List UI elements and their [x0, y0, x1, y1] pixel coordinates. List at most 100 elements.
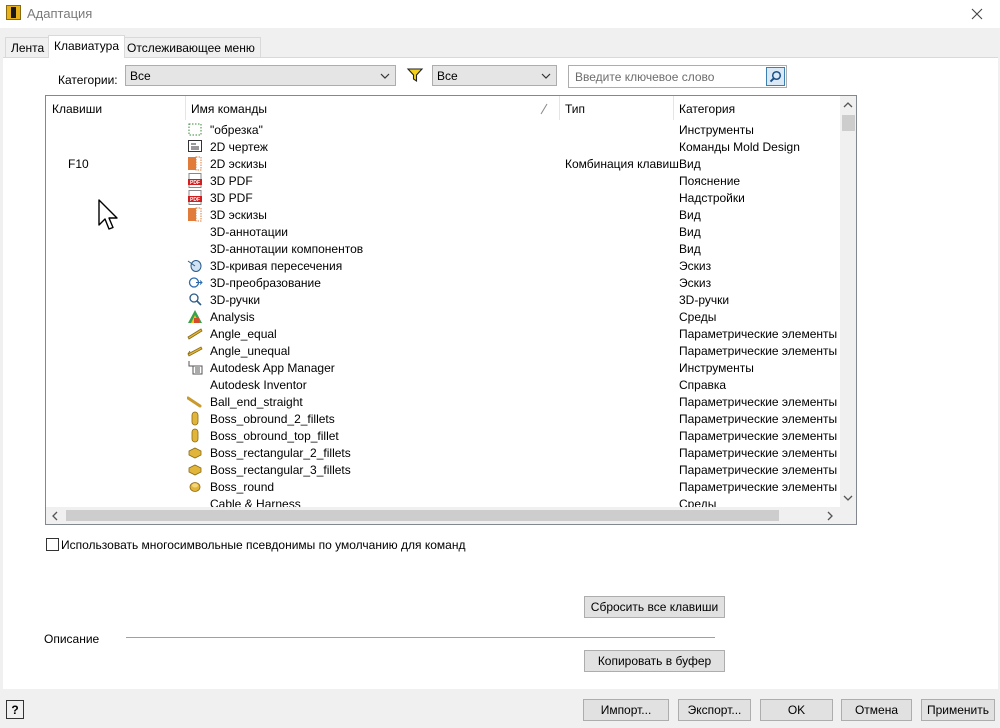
transform-icon [187, 275, 203, 290]
table-row[interactable]: Boss_obround_top_fillet Параметрические э… [46, 427, 841, 444]
ok-button[interactable]: OK [760, 699, 833, 721]
type-select-value: Все [437, 69, 458, 83]
scroll-right-icon[interactable] [826, 511, 834, 521]
sort-indicator-icon [540, 103, 548, 115]
row-category: Эскиз [679, 259, 712, 273]
help-icon[interactable]: ? [6, 700, 24, 719]
category-select-value: Все [130, 69, 151, 83]
row-category: Справка [679, 378, 727, 392]
row-category: Вид [679, 208, 701, 222]
table-row[interactable]: Angle_equal Параметрические элементы [46, 325, 841, 342]
table-row[interactable]: F10 2D эскизы Комбинация клавиш Вид [46, 155, 841, 172]
row-command-name: Boss_obround_top_fillet [210, 429, 339, 443]
tab-marking-menu[interactable]: Отслеживающее меню [121, 37, 261, 57]
table-row[interactable]: Boss_round Параметрические элементы [46, 478, 841, 495]
vertical-scroll-thumb[interactable] [842, 115, 855, 131]
scroll-down-icon[interactable] [843, 494, 853, 502]
description-label: Описание [44, 632, 100, 646]
table-row[interactable]: PDF 3D PDF Пояснение [46, 172, 841, 189]
row-category: Параметрические элементы [679, 395, 838, 409]
ball-end-icon [186, 394, 203, 409]
row-category: Инструменты [679, 361, 754, 375]
boss-obround-icon [187, 428, 203, 443]
angle-unequal-icon [187, 343, 203, 358]
row-command-name: 3D PDF [210, 174, 253, 188]
table-row[interactable]: 3D-кривая пересечения Эскиз [46, 257, 841, 274]
search-button[interactable] [766, 67, 785, 86]
table-row[interactable]: 3D-аннотации Вид [46, 223, 841, 240]
table-row[interactable]: 3D-ручки 3D-ручки [46, 291, 841, 308]
table-row[interactable]: 3D-преобразование Эскиз [46, 274, 841, 291]
description-divider [126, 637, 715, 638]
row-category: Параметрические элементы [679, 412, 838, 426]
row-command-name: 3D PDF [210, 191, 253, 205]
column-header-keys[interactable]: Клавиши [52, 102, 102, 116]
table-row[interactable]: Ball_end_straight Параметрические элемент… [46, 393, 841, 410]
table-row[interactable]: 3D-аннотации компонентов Вид [46, 240, 841, 257]
inventor-app-icon [6, 5, 21, 20]
search-input[interactable] [570, 67, 765, 86]
row-category: Команды Mold Design [679, 140, 800, 154]
filter-icon[interactable] [406, 67, 424, 86]
row-command-name: 2D эскизы [210, 157, 267, 171]
copy-to-clipboard-button[interactable]: Копировать в буфер [584, 650, 725, 672]
search-icon [769, 70, 782, 83]
row-keys: F10 [68, 157, 89, 171]
table-row[interactable]: Boss_rectangular_2_fillets Параметрически… [46, 444, 841, 461]
chevron-down-icon [541, 73, 551, 79]
scroll-left-icon[interactable] [51, 511, 59, 521]
table-row[interactable]: 3D эскизы Вид [46, 206, 841, 223]
categories-label: Категории: [58, 73, 118, 87]
column-divider [185, 96, 186, 120]
row-command-name: 2D чертеж [210, 140, 268, 154]
column-header-category[interactable]: Категория [679, 102, 735, 116]
row-category: Вид [679, 157, 701, 171]
row-category: Вид [679, 225, 701, 239]
tab-ribbon[interactable]: Лента [5, 37, 51, 57]
sketch-icon [187, 207, 203, 222]
vertical-scrollbar[interactable] [840, 96, 856, 508]
row-category: Надстройки [679, 191, 745, 205]
multichar-alias-label: Использовать многосимвольные псевдонимы … [61, 538, 466, 552]
table-row[interactable]: Boss_obround_2_fillets Параметрические эл… [46, 410, 841, 427]
command-table: Клавиши Имя команды Тип Категория "обрез… [45, 95, 857, 525]
table-row[interactable]: Boss_rectangular_3_fillets Параметрически… [46, 461, 841, 478]
row-category: Параметрические элементы [679, 327, 838, 341]
row-category: Эскиз [679, 276, 712, 290]
row-command-name: Autodesk App Manager [210, 361, 335, 375]
row-category: Параметрические элементы [679, 480, 838, 494]
pdf-icon: PDF [187, 173, 203, 188]
close-icon [971, 8, 983, 20]
column-header-type[interactable]: Тип [565, 102, 585, 116]
tab-keyboard[interactable]: Клавиатура [48, 35, 125, 58]
export-button[interactable]: Экспорт... [678, 699, 751, 721]
row-category: Пояснение [679, 174, 741, 188]
table-row[interactable]: "обрезка" Инструменты [46, 121, 841, 138]
scroll-up-icon[interactable] [843, 101, 853, 109]
reset-all-keys-button[interactable]: Сбросить все клавиши [584, 596, 725, 618]
boss-obround-icon [187, 411, 203, 426]
table-row[interactable]: PDF 3D PDF Надстройки [46, 189, 841, 206]
type-select[interactable]: Все [432, 65, 557, 86]
row-type: Комбинация клавиш [565, 157, 679, 171]
table-row[interactable]: Autodesk Inventor Справка [46, 376, 841, 393]
multichar-alias-checkbox[interactable] [46, 538, 59, 551]
cancel-button[interactable]: Отмена [841, 699, 912, 721]
row-command-name: "обрезка" [210, 123, 263, 137]
apply-button[interactable]: Применить [921, 699, 995, 721]
table-row[interactable]: Autodesk App Manager Инструменты [46, 359, 841, 376]
row-command-name: Angle_unequal [210, 344, 291, 358]
horizontal-scroll-thumb[interactable] [66, 510, 779, 521]
row-category: Вид [679, 242, 701, 256]
row-command-name: Boss_rectangular_3_fillets [210, 463, 351, 477]
column-header-command-name[interactable]: Имя команды [191, 102, 267, 116]
close-button[interactable] [954, 0, 1000, 28]
table-row[interactable]: Analysis Среды [46, 308, 841, 325]
app-manager-icon [187, 360, 203, 375]
import-button[interactable]: Импорт... [583, 699, 669, 721]
analysis-icon [187, 309, 203, 324]
table-row[interactable]: Angle_unequal Параметрические элементы [46, 342, 841, 359]
table-row[interactable]: 2D чертеж Команды Mold Design [46, 138, 841, 155]
row-command-name: 3D-преобразование [210, 276, 321, 290]
category-select[interactable]: Все [125, 65, 396, 86]
